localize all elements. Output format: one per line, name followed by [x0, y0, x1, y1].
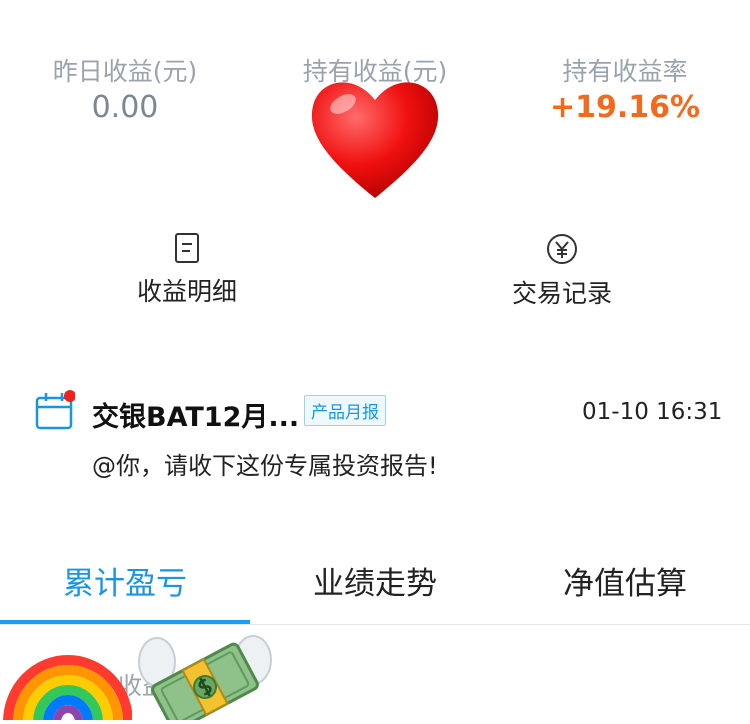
- yesterday-earnings-label: 昨日收益(元): [52, 57, 198, 86]
- message-body[interactable]: @你，请收下这份专属投资报告!: [92, 446, 438, 481]
- yesterday-earnings-value: 0.00: [91, 90, 159, 125]
- holding-return-rate-label: 持有收益率: [562, 57, 688, 86]
- document-icon: [62, 232, 312, 264]
- rainbow-sticker: [2, 652, 133, 723]
- tab-nav-estimate[interactable]: 净值估算: [500, 558, 750, 603]
- money-with-wings-sticker: [135, 632, 275, 724]
- yen-circle-icon: [437, 232, 687, 266]
- tab-divider: [0, 624, 750, 625]
- earnings-detail-button[interactable]: 收益明细: [62, 232, 312, 308]
- message-time: 01-10 16:31: [582, 399, 723, 425]
- tab-cumulative-profit-loss[interactable]: 累计盈亏: [0, 558, 250, 603]
- message-title[interactable]: 交银BAT12月...: [92, 395, 299, 434]
- product-monthly-report-tag: 产品月报: [304, 395, 386, 426]
- calendar-icon: [35, 390, 76, 430]
- holding-return-rate-value: +19.16%: [549, 90, 701, 125]
- tab-performance-trend[interactable]: 业绩走势: [250, 558, 500, 603]
- red-heart-sticker: [305, 70, 445, 205]
- transaction-record-label: 交易记录: [511, 279, 612, 308]
- transaction-record-button[interactable]: 交易记录: [437, 232, 687, 310]
- earnings-detail-label: 收益明细: [136, 277, 237, 306]
